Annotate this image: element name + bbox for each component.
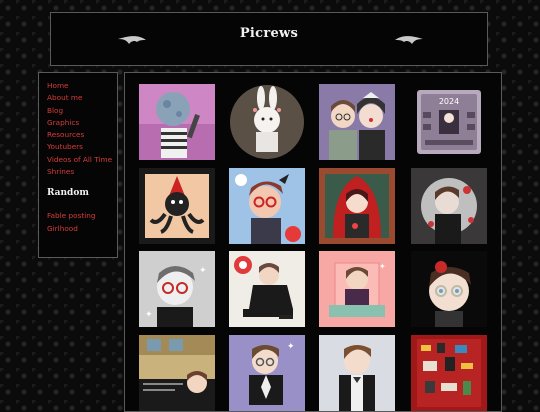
nav-link-about-me[interactable]: About me [47, 92, 117, 104]
picrew-thumbnail[interactable] [319, 84, 395, 160]
bat-wing-icon [395, 36, 423, 44]
picrew-thumbnail[interactable] [139, 84, 215, 160]
random-section-title: Random [47, 188, 89, 199]
picrew-thumbnail[interactable] [229, 84, 305, 160]
nav-link-shrines[interactable]: Shrines [47, 166, 117, 178]
svg-text:✦: ✦ [145, 310, 153, 320]
picrew-thumbnail[interactable]: 2024 [411, 84, 487, 160]
picrew-thumbnail[interactable] [319, 168, 395, 244]
svg-text:2024: 2024 [439, 97, 459, 106]
picrew-thumbnail[interactable] [411, 251, 487, 327]
site-header: Picrews [50, 12, 488, 66]
picrew-thumbnail[interactable]: ✦ [229, 335, 305, 411]
picrew-thumbnail[interactable] [229, 168, 305, 244]
nav-link-youtubers[interactable]: Youtubers [47, 141, 117, 153]
nav-link-videos[interactable]: Videos of All Time [47, 154, 117, 166]
picrew-thumbnail[interactable] [139, 168, 215, 244]
nav-link-blog[interactable]: Blog [47, 105, 117, 117]
svg-text:✦: ✦ [379, 262, 386, 271]
nav-link-girlhood[interactable]: Girlhood [47, 223, 117, 235]
nav-link-fable-posting[interactable]: Fable posting [47, 210, 117, 222]
svg-text:✦: ✦ [199, 266, 207, 276]
picrew-thumbnail[interactable] [411, 335, 487, 411]
svg-text:✦: ✦ [287, 342, 295, 352]
picrew-thumbnail[interactable] [139, 335, 215, 411]
nav-link-resources[interactable]: Resources [47, 129, 117, 141]
nav-link-home[interactable]: Home [47, 80, 117, 92]
picrew-thumbnail[interactable] [319, 335, 395, 411]
picrew-gallery: 2024 ✦ ✦ ✦ ✦ [124, 72, 502, 412]
picrew-thumbnail[interactable]: ✦ ✦ [139, 251, 215, 327]
sidebar-nav: Home About me Blog Graphics Resources Yo… [38, 72, 118, 258]
picrew-thumbnail[interactable] [411, 168, 487, 244]
nav-link-graphics[interactable]: Graphics [47, 117, 117, 129]
picrew-thumbnail[interactable]: ✦ [319, 251, 395, 327]
picrew-thumbnail[interactable] [229, 251, 305, 327]
